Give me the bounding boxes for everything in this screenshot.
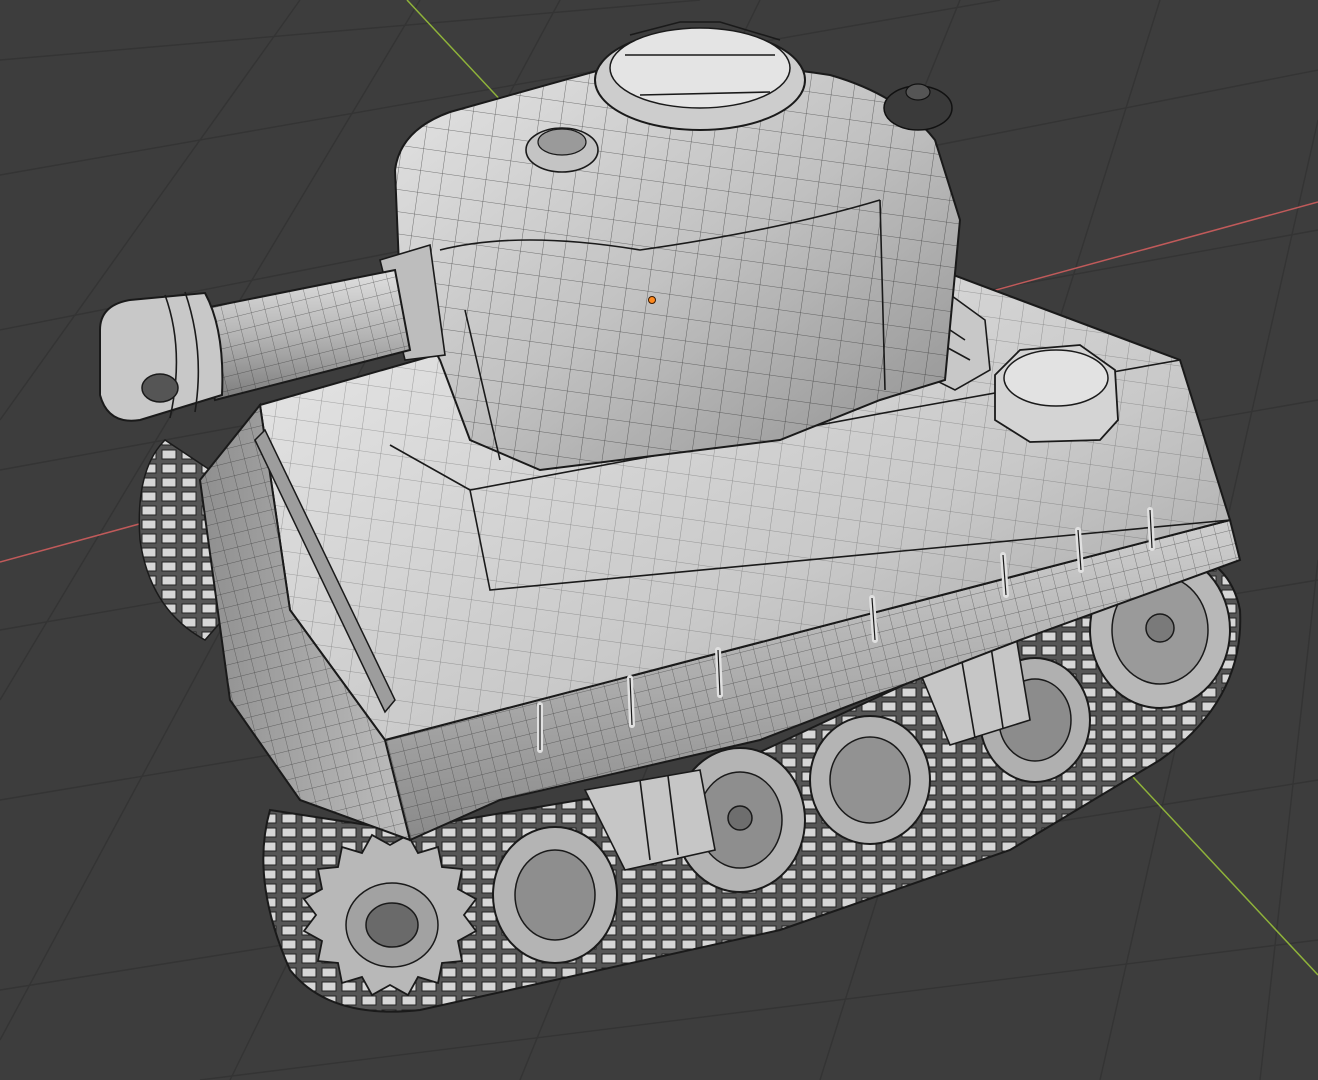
fuel-cap: [994, 344, 1119, 443]
tank-mesh[interactable]: [99, 21, 1242, 1013]
loader-hatch: [525, 127, 599, 173]
viewport-canvas[interactable]: [0, 0, 1318, 1080]
object-origin-marker[interactable]: [648, 296, 656, 304]
3d-viewport[interactable]: [0, 0, 1318, 1080]
antenna-mount: [883, 83, 953, 131]
commander-hatch[interactable]: [594, 21, 806, 131]
